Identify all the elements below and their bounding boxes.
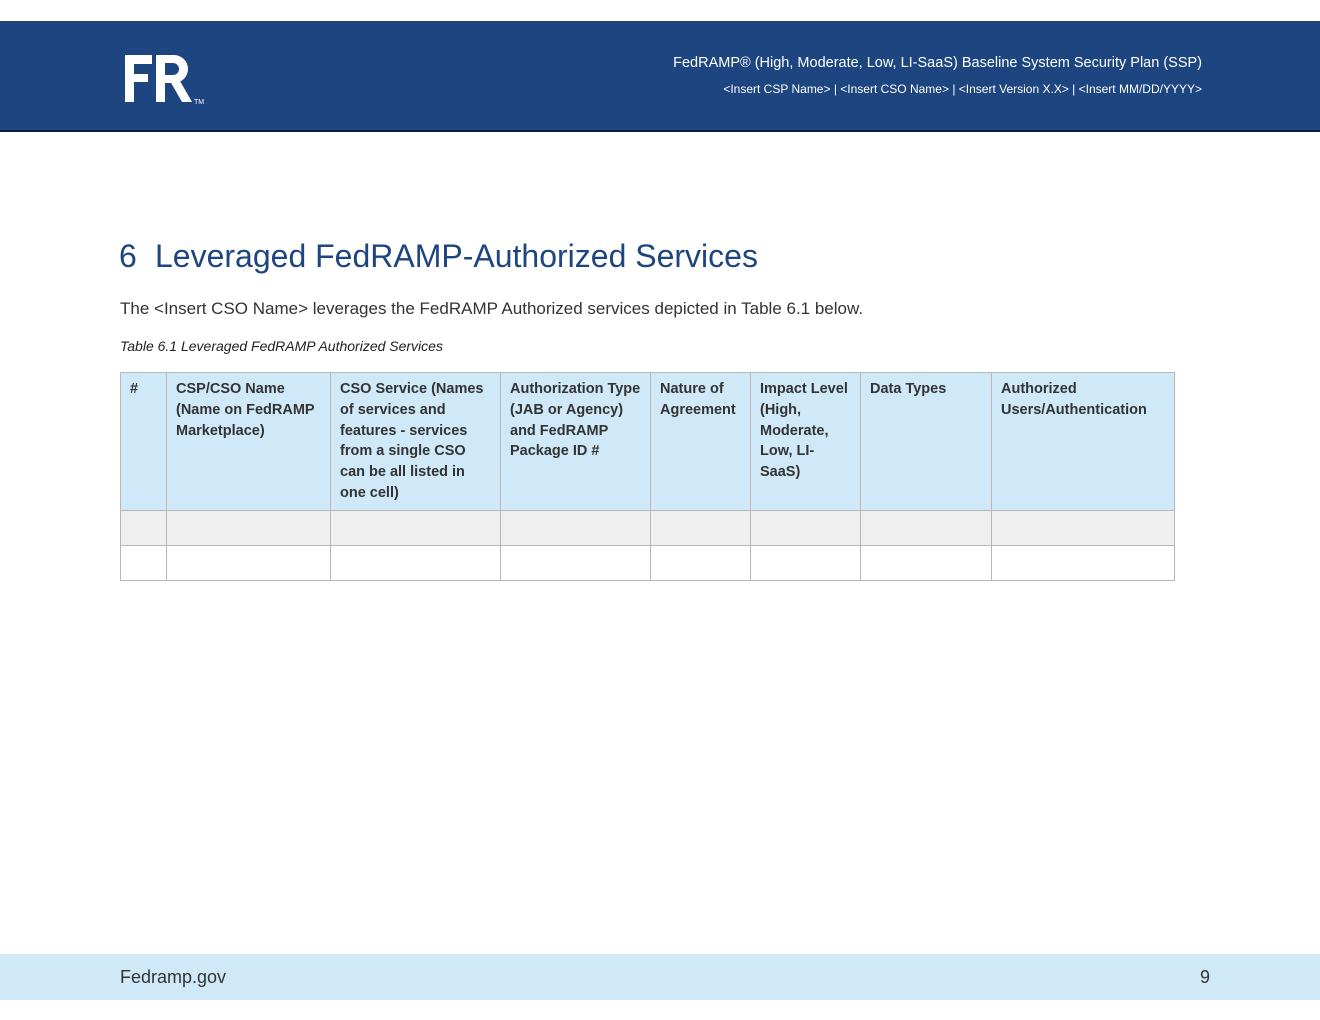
table-cell[interactable] bbox=[860, 509, 992, 546]
table-cell[interactable] bbox=[991, 509, 1175, 546]
logo-trademark: TM bbox=[194, 99, 204, 106]
page-number: 9 bbox=[1199, 967, 1210, 987]
column-header-nature-of-agreement: Nature of Agreement bbox=[650, 372, 751, 511]
footer-site-link[interactable]: Fedramp.gov bbox=[120, 967, 226, 988]
section-number: 6 bbox=[119, 238, 137, 274]
table-caption: Table 6.1 Leveraged FedRAMP Authorized S… bbox=[120, 338, 443, 354]
column-header-data-types: Data Types bbox=[860, 372, 992, 511]
table-cell[interactable] bbox=[166, 544, 331, 581]
table-header-row: # CSP/CSO Name (Name on FedRAMP Marketpl… bbox=[120, 372, 1175, 511]
table-cell[interactable] bbox=[120, 544, 167, 581]
table-cell[interactable] bbox=[120, 509, 167, 546]
table-cell[interactable] bbox=[500, 544, 651, 581]
table-cell[interactable] bbox=[330, 544, 501, 581]
table-cell[interactable] bbox=[860, 544, 992, 581]
table-cell[interactable] bbox=[166, 509, 331, 546]
table-cell[interactable] bbox=[750, 544, 861, 581]
column-header-impact-level: Impact Level (High, Moderate, Low, LI-Sa… bbox=[750, 372, 861, 511]
section-title: Leveraged FedRAMP-Authorized Services bbox=[155, 238, 758, 274]
table-cell[interactable] bbox=[991, 544, 1175, 581]
page-footer: Fedramp.gov 9 bbox=[0, 954, 1320, 1000]
column-header-authorized-users: Authorized Users/Authentication bbox=[991, 372, 1175, 511]
table-cell[interactable] bbox=[500, 509, 651, 546]
section-heading: 6 Leveraged FedRAMP-Authorized Services bbox=[119, 238, 758, 275]
table-cell[interactable] bbox=[750, 509, 861, 546]
page-header: TM FedRAMP® (High, Moderate, Low, LI-Saa… bbox=[0, 21, 1320, 132]
table-cell[interactable] bbox=[330, 509, 501, 546]
column-header-authorization-type: Authorization Type (JAB or Agency) and F… bbox=[500, 372, 651, 511]
table-row bbox=[120, 509, 1175, 546]
section-body-text: The <Insert CSO Name> leverages the FedR… bbox=[120, 299, 864, 318]
document-title: FedRAMP® (High, Moderate, Low, LI-SaaS) … bbox=[673, 55, 1202, 71]
column-header-cso-service: CSO Service (Names of services and featu… bbox=[330, 372, 501, 511]
document-page: TM FedRAMP® (High, Moderate, Low, LI-Saa… bbox=[0, 0, 1320, 1020]
column-header-csp-cso-name: CSP/CSO Name (Name on FedRAMP Marketplac… bbox=[166, 372, 331, 511]
table-row bbox=[120, 544, 1175, 581]
leveraged-services-table: # CSP/CSO Name (Name on FedRAMP Marketpl… bbox=[120, 372, 1175, 581]
table-cell[interactable] bbox=[650, 509, 751, 546]
document-subtitle: <Insert CSP Name> | <Insert CSO Name> | … bbox=[723, 82, 1202, 96]
column-header-number: # bbox=[120, 372, 167, 511]
fedramp-logo: TM bbox=[125, 55, 204, 106]
table-cell[interactable] bbox=[650, 544, 751, 581]
